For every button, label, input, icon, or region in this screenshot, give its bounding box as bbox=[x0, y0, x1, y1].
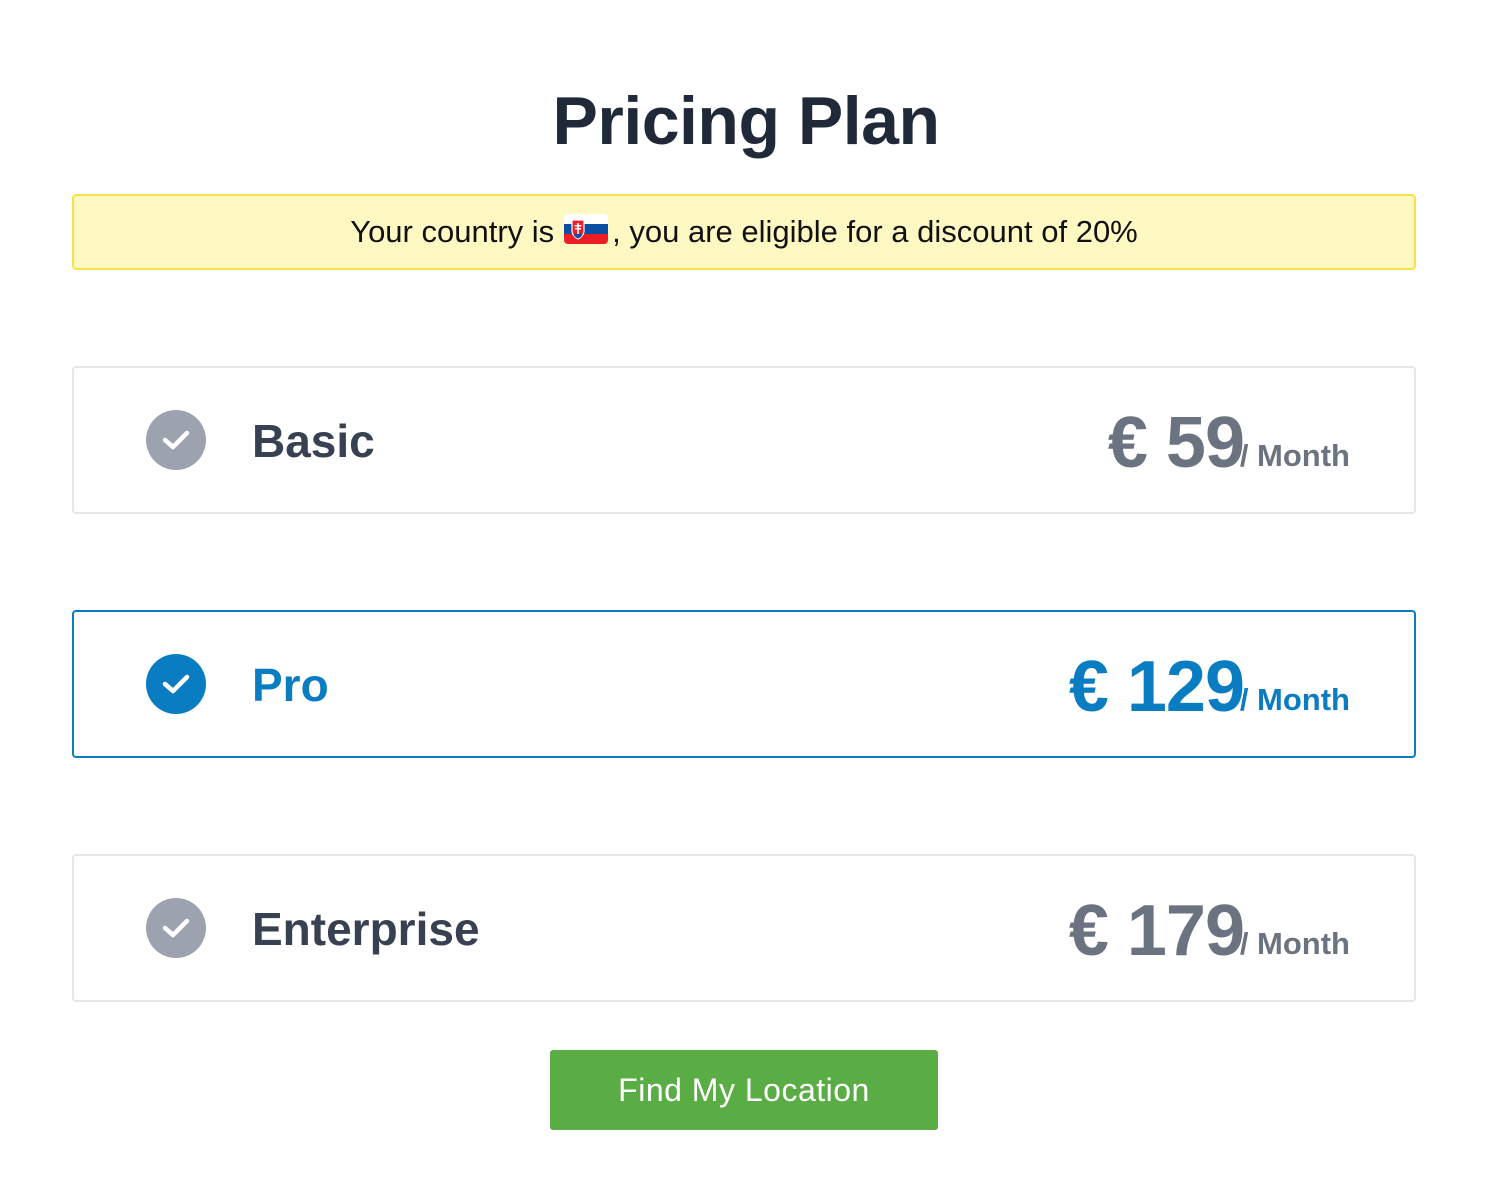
plan-name: Pro bbox=[252, 659, 329, 711]
plan-name: Basic bbox=[252, 415, 375, 467]
page-title: Pricing Plan bbox=[552, 83, 941, 159]
plan-card-pro[interactable]: Pro € 129 / Month bbox=[72, 610, 1416, 758]
plan-period: / Month bbox=[1239, 926, 1350, 961]
plan-price: € 179 bbox=[1068, 891, 1245, 971]
plan-price: € 129 bbox=[1068, 647, 1245, 727]
plan-name: Enterprise bbox=[252, 903, 480, 955]
find-my-location-button[interactable]: Find My Location bbox=[550, 1050, 938, 1130]
check-circle-icon bbox=[146, 898, 206, 958]
slovakia-flag-icon bbox=[564, 214, 609, 244]
plan-period: / Month bbox=[1239, 438, 1350, 473]
plan-card-enterprise[interactable]: Enterprise € 179 / Month bbox=[72, 854, 1416, 1002]
discount-banner: Your country is , you are eligible for a… bbox=[72, 194, 1416, 270]
check-circle-icon bbox=[146, 654, 206, 714]
banner-prefix: Your country is bbox=[350, 214, 555, 249]
banner-suffix: , you are eligible for a discount of 20% bbox=[612, 214, 1138, 249]
plan-price: € 59 bbox=[1107, 403, 1245, 483]
plan-period: / Month bbox=[1239, 682, 1350, 717]
plan-card-basic[interactable]: Basic € 59 / Month bbox=[72, 366, 1416, 514]
check-circle-icon bbox=[146, 410, 206, 470]
